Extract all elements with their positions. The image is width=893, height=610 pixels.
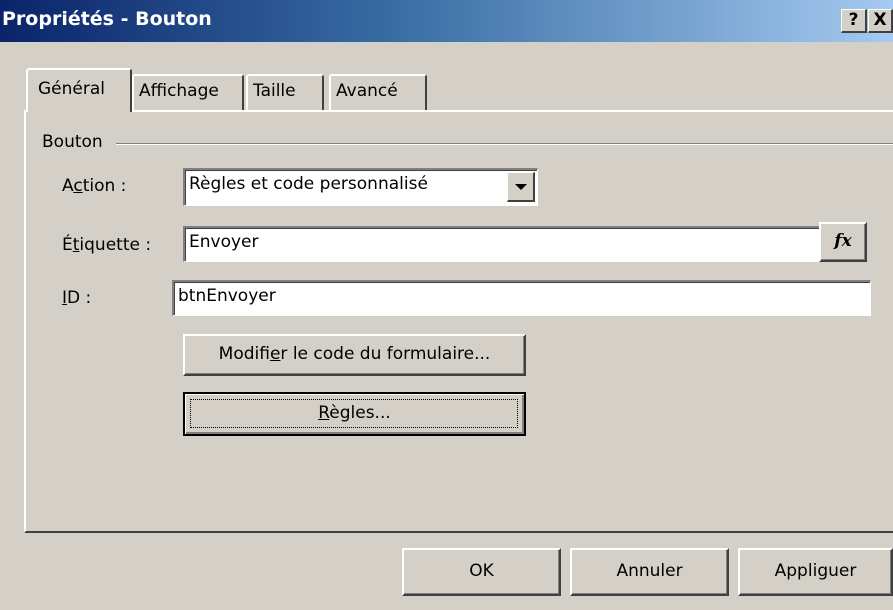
etiquette-input[interactable]: Envoyer (183, 226, 824, 262)
tab-avance[interactable]: Avancé (329, 74, 427, 110)
ok-label: OK (469, 561, 494, 581)
rules-button[interactable]: Règles... (183, 392, 526, 436)
help-button[interactable]: ? (841, 9, 867, 33)
id-input[interactable]: btnEnvoyer (172, 280, 871, 316)
tab-general[interactable]: Général (26, 68, 132, 112)
formula-button[interactable]: fx (819, 222, 867, 262)
id-label: ID : (62, 288, 92, 308)
action-select-value: Règles et code personnalisé (189, 174, 428, 194)
tab-taille[interactable]: Taille (246, 74, 324, 110)
title-bar: Propriétés - Bouton ? X (0, 0, 893, 42)
chevron-down-icon[interactable] (507, 172, 535, 202)
ok-button[interactable]: OK (402, 548, 561, 596)
tab-affichage[interactable]: Affichage (132, 74, 244, 110)
tab-label: Taille (253, 81, 296, 101)
modify-form-code-button[interactable]: Modifier le code du formulaire... (183, 334, 526, 376)
modify-code-label: Modifier le code du formulaire... (218, 344, 491, 364)
cancel-button[interactable]: Annuler (570, 548, 729, 596)
id-input-value: btnEnvoyer (178, 286, 276, 306)
tab-label: Général (38, 79, 105, 99)
fx-icon: fx (834, 231, 852, 251)
apply-label: Appliguer (774, 561, 857, 581)
apply-button[interactable]: Appliguer (738, 548, 893, 596)
tab-label: Avancé (336, 81, 398, 101)
focus-rectangle (190, 399, 518, 428)
tab-panel-general: Bouton Action : Règles et code personnal… (24, 110, 893, 533)
etiquette-label: Étiquette : (62, 235, 152, 255)
group-divider (116, 143, 893, 145)
cancel-label: Annuler (616, 561, 683, 581)
etiquette-input-value: Envoyer (189, 232, 259, 252)
action-select[interactable]: Règles et code personnalisé (183, 168, 538, 206)
group-title: Bouton (42, 132, 107, 152)
tab-label: Affichage (139, 81, 219, 101)
close-button[interactable]: X (868, 9, 893, 33)
action-label: Action : (62, 176, 127, 196)
window-title: Propriétés - Bouton (2, 8, 212, 30)
